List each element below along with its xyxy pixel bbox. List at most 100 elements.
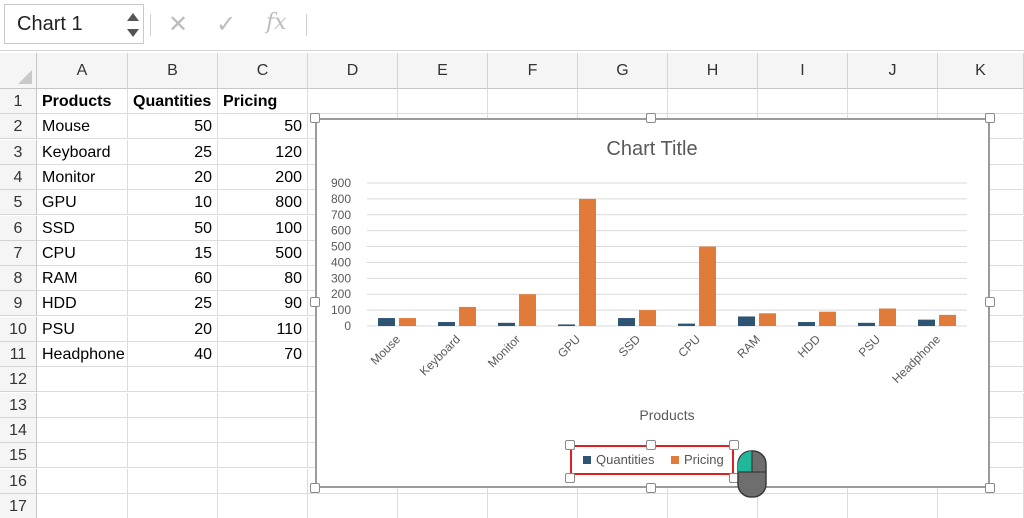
cell[interactable]: 25 [128, 140, 218, 165]
column-header-j[interactable]: J [848, 53, 938, 89]
name-box[interactable]: Chart 1 [4, 4, 144, 44]
row-header-2[interactable]: 2 [0, 114, 37, 139]
cell[interactable]: 800 [218, 190, 308, 215]
cell[interactable] [488, 494, 578, 518]
cell[interactable]: 10 [128, 190, 218, 215]
cell[interactable]: Monitor [37, 165, 128, 190]
cell[interactable]: 50 [128, 216, 218, 241]
cell[interactable]: 110 [218, 317, 308, 342]
cell[interactable]: CPU [37, 241, 128, 266]
column-header-i[interactable]: I [758, 53, 848, 89]
cell[interactable] [37, 443, 128, 468]
cell[interactable]: RAM [37, 266, 128, 291]
row-header-9[interactable]: 9 [0, 291, 37, 316]
cell[interactable] [128, 443, 218, 468]
cancel-icon[interactable]: ✕ [168, 10, 188, 39]
select-all-corner[interactable] [0, 53, 37, 89]
name-box-stepper-icon[interactable] [127, 11, 139, 39]
cell[interactable] [848, 494, 938, 518]
cell[interactable]: 500 [218, 241, 308, 266]
resize-handle[interactable] [310, 483, 320, 493]
cell[interactable] [758, 494, 848, 518]
cell[interactable]: HDD [37, 291, 128, 316]
column-header-c[interactable]: C [218, 53, 308, 89]
legend-resize-handle[interactable] [729, 440, 739, 450]
enter-icon[interactable]: ✓ [216, 10, 236, 39]
cell[interactable]: 80 [218, 266, 308, 291]
cell[interactable] [128, 393, 218, 418]
cell[interactable] [218, 443, 308, 468]
cell[interactable]: Mouse [37, 114, 128, 139]
cell[interactable]: Products [37, 89, 128, 114]
column-header-k[interactable]: K [938, 53, 1024, 89]
cell[interactable] [308, 89, 398, 114]
cell[interactable]: Quantities [128, 89, 218, 114]
cell[interactable] [938, 89, 1024, 114]
cell[interactable]: 100 [218, 216, 308, 241]
column-header-g[interactable]: G [578, 53, 668, 89]
column-header-h[interactable]: H [668, 53, 758, 89]
cell[interactable]: Headphone [37, 342, 128, 367]
cell[interactable] [128, 494, 218, 518]
cell[interactable] [398, 494, 488, 518]
cell[interactable] [218, 393, 308, 418]
cell[interactable]: 120 [218, 140, 308, 165]
resize-handle[interactable] [310, 113, 320, 123]
cell[interactable] [398, 89, 488, 114]
cell[interactable] [37, 418, 128, 443]
row-header-5[interactable]: 5 [0, 190, 37, 215]
cell[interactable] [668, 89, 758, 114]
legend-item-quantities[interactable]: Quantities [583, 452, 655, 467]
resize-handle[interactable] [985, 113, 995, 123]
column-header-a[interactable]: A [37, 53, 128, 89]
row-header-17[interactable]: 17 [0, 494, 37, 518]
cell[interactable]: 50 [218, 114, 308, 139]
legend-resize-handle[interactable] [565, 440, 575, 450]
function-icon[interactable]: fx [266, 10, 287, 35]
cell[interactable]: 60 [128, 266, 218, 291]
cell[interactable]: 90 [218, 291, 308, 316]
cell[interactable] [37, 469, 128, 494]
row-header-16[interactable]: 16 [0, 469, 37, 494]
cell[interactable]: Keyboard [37, 140, 128, 165]
cell[interactable]: Pricing [218, 89, 308, 114]
column-header-b[interactable]: B [128, 53, 218, 89]
row-header-10[interactable]: 10 [0, 317, 37, 342]
cell[interactable] [128, 418, 218, 443]
column-header-f[interactable]: F [488, 53, 578, 89]
column-header-e[interactable]: E [398, 53, 488, 89]
cell[interactable] [128, 367, 218, 392]
cell[interactable] [37, 393, 128, 418]
column-header-d[interactable]: D [308, 53, 398, 89]
cell[interactable]: 200 [218, 165, 308, 190]
cell[interactable]: 50 [128, 114, 218, 139]
cell[interactable]: 40 [128, 342, 218, 367]
cell[interactable] [37, 367, 128, 392]
resize-handle[interactable] [985, 483, 995, 493]
cell[interactable]: GPU [37, 190, 128, 215]
cell[interactable] [578, 494, 668, 518]
cell[interactable]: 25 [128, 291, 218, 316]
cell[interactable]: PSU [37, 317, 128, 342]
cell[interactable] [218, 469, 308, 494]
resize-handle[interactable] [310, 297, 320, 307]
row-header-3[interactable]: 3 [0, 140, 37, 165]
cell[interactable]: 20 [128, 317, 218, 342]
legend-resize-handle[interactable] [646, 440, 656, 450]
resize-handle[interactable] [985, 297, 995, 307]
cell[interactable] [308, 494, 398, 518]
cell[interactable] [128, 469, 218, 494]
row-header-13[interactable]: 13 [0, 393, 37, 418]
row-header-15[interactable]: 15 [0, 443, 37, 468]
row-header-7[interactable]: 7 [0, 241, 37, 266]
row-header-1[interactable]: 1 [0, 89, 37, 114]
cell[interactable]: 20 [128, 165, 218, 190]
cell[interactable]: 70 [218, 342, 308, 367]
cell[interactable] [218, 367, 308, 392]
cell[interactable] [488, 89, 578, 114]
cell[interactable] [938, 494, 1024, 518]
cell[interactable] [578, 89, 668, 114]
row-header-4[interactable]: 4 [0, 165, 37, 190]
row-header-12[interactable]: 12 [0, 367, 37, 392]
chart[interactable]: Chart Title 0 100 200 300 400 500 600 700 800 900 M… [315, 118, 990, 488]
